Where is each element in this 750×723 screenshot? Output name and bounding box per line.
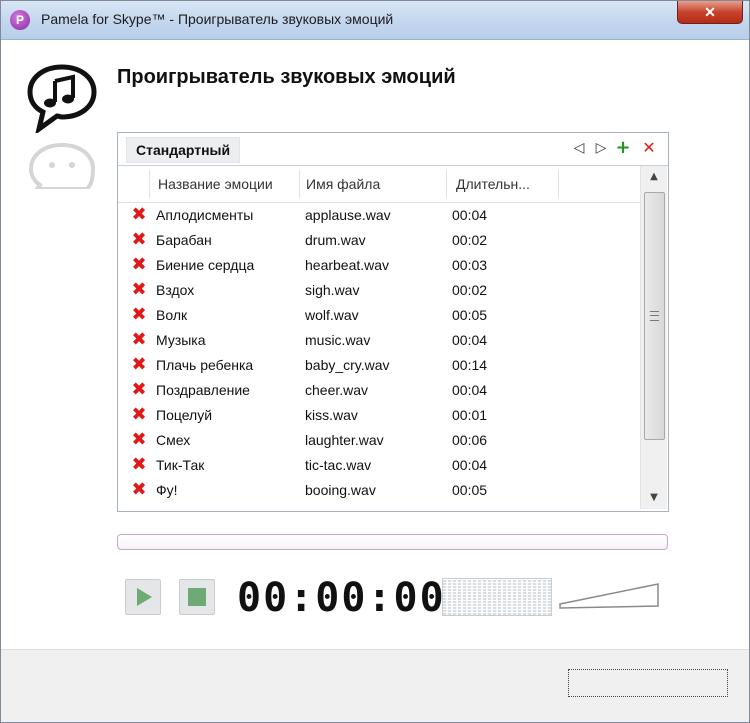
title-bar[interactable]: P Pamela for Skype™ - Проигрыватель звук… — [1, 1, 749, 40]
close-window-button[interactable]: ✕ — [677, 1, 743, 24]
footer-button[interactable] — [568, 669, 728, 697]
emotions-panel: Стандартный ◁ ▷ + ✕ Название эмоции Имя … — [117, 132, 669, 512]
scrollbar-grip-icon — [650, 311, 659, 321]
duration-cell: 00:05 — [452, 307, 488, 323]
stop-icon — [188, 588, 206, 606]
table-row[interactable]: ✖ Барабан drum.wav 00:02 — [118, 228, 640, 253]
file-name-cell: wolf.wav — [305, 307, 359, 323]
emotion-name-cell: Поздравление — [156, 382, 250, 398]
column-separator[interactable] — [299, 170, 300, 198]
tab-bar: Стандартный ◁ ▷ + ✕ — [118, 133, 668, 166]
tab-prev-arrow-icon[interactable]: ◁ — [570, 138, 588, 158]
file-name-cell: hearbeat.wav — [305, 257, 390, 273]
delete-x-icon[interactable]: ✖ — [129, 280, 149, 300]
delete-x-icon[interactable]: ✖ — [129, 455, 149, 475]
stop-button[interactable] — [179, 579, 215, 615]
file-name-cell: applause.wav — [305, 207, 391, 223]
delete-x-icon[interactable]: ✖ — [129, 305, 149, 325]
play-icon — [137, 588, 152, 606]
music-note-bubble-icon[interactable] — [27, 63, 97, 133]
duration-cell: 00:02 — [452, 232, 488, 248]
delete-x-icon[interactable]: ✖ — [129, 255, 149, 275]
table-row[interactable]: ✖ Музыка music.wav 00:04 — [118, 328, 640, 353]
emotion-name-cell: Музыка — [156, 332, 206, 348]
delete-x-icon[interactable]: ✖ — [129, 405, 149, 425]
column-separator — [149, 170, 150, 198]
delete-x-icon[interactable]: ✖ — [129, 230, 149, 250]
table-row[interactable]: ✖ Волк wolf.wav 00:05 — [118, 303, 640, 328]
file-name-cell: tic-tac.wav — [305, 457, 372, 473]
tab-standard[interactable]: Стандартный — [126, 137, 241, 163]
column-separator[interactable] — [558, 170, 559, 198]
emotion-name-cell: Поцелуй — [156, 407, 213, 423]
file-name-cell: baby_cry.wav — [305, 357, 390, 373]
emotions-list: ✖ Аплодисменты applause.wav 00:04 ✖ Бара… — [118, 203, 640, 509]
file-name-cell: cheer.wav — [305, 382, 369, 398]
duration-cell: 00:14 — [452, 357, 488, 373]
level-meter — [442, 578, 552, 616]
file-name-cell: booing.wav — [305, 482, 376, 498]
scroll-up-arrow-icon[interactable]: ▲ — [641, 166, 667, 188]
footer-bar — [1, 649, 749, 722]
emotion-name-cell: Биение сердца — [156, 257, 255, 273]
table-row[interactable]: ✖ Вздох sigh.wav 00:02 — [118, 278, 640, 303]
delete-x-icon[interactable]: ✖ — [129, 380, 149, 400]
column-header-file-name[interactable]: Имя файла — [306, 166, 444, 202]
duration-cell: 00:04 — [452, 457, 488, 473]
emotion-name-cell: Аплодисменты — [156, 207, 254, 223]
scrollbar-thumb[interactable] — [644, 192, 665, 440]
column-separator[interactable] — [446, 170, 447, 198]
file-name-cell: sigh.wav — [305, 282, 360, 298]
duration-cell: 00:01 — [452, 407, 488, 423]
duration-cell: 00:04 — [452, 382, 488, 398]
window-title: Pamela for Skype™ - Проигрыватель звуков… — [41, 11, 394, 27]
duration-cell: 00:02 — [452, 282, 488, 298]
volume-slider[interactable] — [558, 580, 662, 610]
file-name-cell: laughter.wav — [305, 432, 384, 448]
table-row[interactable]: ✖ Биение сердца hearbeat.wav 00:03 — [118, 253, 640, 278]
file-name-cell: music.wav — [305, 332, 371, 348]
app-window: P Pamela for Skype™ - Проигрыватель звук… — [0, 0, 750, 723]
emotion-name-cell: Плачь ребенка — [156, 357, 254, 373]
table-row[interactable]: ✖ Поздравление cheer.wav 00:04 — [118, 378, 640, 403]
delete-x-icon[interactable]: ✖ — [129, 480, 149, 500]
duration-cell: 00:05 — [452, 482, 488, 498]
playback-time-display: 00:00:00 — [237, 575, 446, 621]
column-header-duration[interactable]: Длительн... — [456, 166, 556, 202]
duration-cell: 00:04 — [452, 207, 488, 223]
table-row[interactable]: ✖ Плачь ребенка baby_cry.wav 00:14 — [118, 353, 640, 378]
table-row[interactable]: ✖ Смех laughter.wav 00:06 — [118, 428, 640, 453]
duration-cell: 00:06 — [452, 432, 488, 448]
emotion-name-cell: Смех — [156, 432, 191, 448]
duration-cell: 00:04 — [452, 332, 488, 348]
file-name-cell: drum.wav — [305, 232, 366, 248]
emotion-name-cell: Волк — [156, 307, 188, 323]
tab-next-arrow-icon[interactable]: ▷ — [592, 138, 610, 158]
table-header: Название эмоции Имя файла Длительн... — [118, 166, 640, 203]
pamela-app-icon[interactable]: P — [10, 10, 30, 30]
emotion-name-cell: Фу! — [156, 482, 178, 498]
smile-bubble-icon[interactable] — [27, 139, 97, 189]
delete-tab-x-icon[interactable]: ✕ — [640, 138, 658, 158]
playback-progress-bar[interactable] — [117, 534, 668, 550]
delete-x-icon[interactable]: ✖ — [129, 430, 149, 450]
play-button[interactable] — [125, 579, 161, 615]
delete-x-icon[interactable]: ✖ — [129, 355, 149, 375]
add-tab-plus-icon[interactable]: + — [614, 138, 632, 158]
scroll-down-arrow-icon[interactable]: ▼ — [641, 487, 667, 509]
emotion-name-cell: Тик-Так — [156, 457, 205, 473]
emotion-name-cell: Вздох — [156, 282, 195, 298]
file-name-cell: kiss.wav — [305, 407, 358, 423]
table-row[interactable]: ✖ Аплодисменты applause.wav 00:04 — [118, 203, 640, 228]
table-row[interactable]: ✖ Фу! booing.wav 00:05 — [118, 478, 640, 503]
column-header-emotion-name[interactable]: Название эмоции — [158, 166, 296, 202]
duration-cell: 00:03 — [452, 257, 488, 273]
table-row[interactable]: ✖ Тик-Так tic-tac.wav 00:04 — [118, 453, 640, 478]
vertical-scrollbar[interactable]: ▲ ▼ — [640, 166, 667, 509]
delete-x-icon[interactable]: ✖ — [129, 205, 149, 225]
delete-x-icon[interactable]: ✖ — [129, 330, 149, 350]
emotion-name-cell: Барабан — [156, 232, 212, 248]
table-row[interactable]: ✖ Поцелуй kiss.wav 00:01 — [118, 403, 640, 428]
page-title: Проигрыватель звуковых эмоций — [117, 66, 456, 88]
